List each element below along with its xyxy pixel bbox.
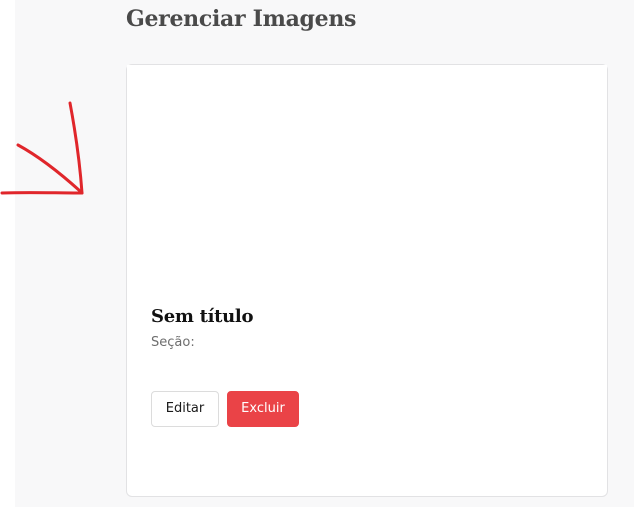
image-card: Sem título Seção: Editar Excluir (126, 64, 608, 497)
edit-button[interactable]: Editar (151, 391, 219, 427)
delete-button[interactable]: Excluir (227, 391, 299, 427)
page: Gerenciar Imagens Sem título Seção: Edit… (0, 0, 634, 507)
red-arrow-icon (0, 101, 84, 195)
image-preview (127, 65, 607, 295)
image-title: Sem título (151, 306, 254, 327)
page-title: Gerenciar Imagens (126, 6, 357, 32)
arrow-diagonal (16, 143, 82, 193)
left-gutter (0, 0, 15, 507)
image-section-label: Seção: (151, 335, 195, 350)
arrow-head (68, 101, 84, 195)
